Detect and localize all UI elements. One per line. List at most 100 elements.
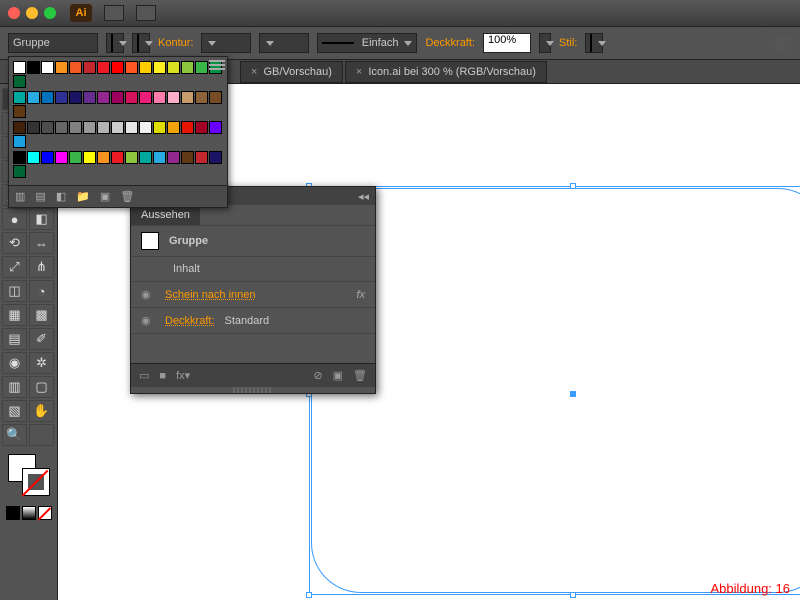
swatch[interactable] bbox=[69, 91, 82, 104]
stroke-box[interactable] bbox=[22, 468, 50, 496]
selection-dropdown[interactable]: Gruppe bbox=[8, 33, 98, 53]
swatch[interactable] bbox=[13, 61, 26, 74]
swatch[interactable] bbox=[69, 151, 82, 164]
swatch[interactable] bbox=[111, 121, 124, 134]
swatch[interactable] bbox=[167, 91, 180, 104]
swatch[interactable] bbox=[195, 121, 208, 134]
swatch[interactable] bbox=[13, 121, 26, 134]
opacity-dd[interactable] bbox=[539, 33, 551, 53]
arrange-icon[interactable] bbox=[136, 5, 156, 21]
swatch[interactable] bbox=[83, 91, 96, 104]
swatch[interactable] bbox=[181, 61, 194, 74]
bridge-icon[interactable] bbox=[104, 5, 124, 21]
swatch[interactable] bbox=[83, 151, 96, 164]
visibility-icon[interactable]: ◉ bbox=[141, 288, 155, 301]
swatch[interactable] bbox=[153, 91, 166, 104]
swatch[interactable] bbox=[27, 121, 40, 134]
new-swatch-icon[interactable]: ▣ bbox=[100, 190, 110, 203]
collapse-icon[interactable]: ◂◂ bbox=[358, 190, 369, 203]
new-group-icon[interactable]: 📁 bbox=[76, 190, 90, 203]
show-menu-icon[interactable]: ▤ bbox=[35, 190, 45, 203]
swatch[interactable] bbox=[13, 165, 26, 178]
swatch[interactable] bbox=[209, 91, 222, 104]
swatch[interactable] bbox=[97, 61, 110, 74]
blob-tool[interactable]: ● bbox=[2, 208, 27, 230]
trash-icon[interactable]: 🗑 bbox=[353, 369, 367, 382]
swatch[interactable] bbox=[181, 91, 194, 104]
mesh-tool[interactable]: ▩ bbox=[29, 304, 54, 326]
perspective-tool[interactable]: ▦ bbox=[2, 304, 27, 326]
swatch[interactable] bbox=[41, 151, 54, 164]
swatch[interactable] bbox=[13, 135, 26, 148]
lib-icon[interactable]: ▥ bbox=[15, 190, 25, 203]
color-mode[interactable] bbox=[6, 506, 20, 520]
selected-shape[interactable] bbox=[311, 188, 800, 593]
swatch[interactable] bbox=[55, 151, 68, 164]
swatch[interactable] bbox=[167, 121, 180, 134]
fill-stroke-control[interactable] bbox=[8, 454, 50, 496]
swatch[interactable] bbox=[181, 121, 194, 134]
stroke-style-dd[interactable]: Einfach bbox=[317, 33, 417, 53]
options-icon[interactable]: ◧ bbox=[56, 190, 66, 203]
eyedropper-tool[interactable]: ✐ bbox=[29, 328, 54, 350]
gradient-tool[interactable]: ▤ bbox=[2, 328, 27, 350]
swatch[interactable] bbox=[209, 151, 222, 164]
close-icon[interactable]: × bbox=[251, 66, 257, 78]
style-swatch[interactable] bbox=[585, 33, 603, 53]
swatch[interactable] bbox=[83, 61, 96, 74]
swatch[interactable] bbox=[55, 121, 68, 134]
swatch[interactable] bbox=[139, 61, 152, 74]
close-icon[interactable]: × bbox=[356, 66, 362, 78]
new-stroke-icon[interactable]: ▭ bbox=[139, 369, 149, 382]
swatch[interactable] bbox=[153, 61, 166, 74]
swatch[interactable] bbox=[69, 61, 82, 74]
gradient-mode[interactable] bbox=[22, 506, 36, 520]
swatch[interactable] bbox=[139, 91, 152, 104]
swatch[interactable] bbox=[97, 121, 110, 134]
swatch[interactable] bbox=[13, 151, 26, 164]
width-tool[interactable]: ⋔ bbox=[29, 256, 54, 278]
blend-tool[interactable]: ◉ bbox=[2, 352, 27, 374]
fx-icon[interactable]: fx bbox=[356, 289, 365, 301]
hand-tool[interactable]: ✋ bbox=[29, 400, 54, 422]
scale-tool[interactable]: ⤢ bbox=[2, 256, 27, 278]
swatch[interactable] bbox=[125, 61, 138, 74]
graph-tool[interactable]: ▥ bbox=[2, 376, 27, 398]
add-effect-icon[interactable]: fx▾ bbox=[176, 369, 190, 382]
swatch[interactable] bbox=[27, 151, 40, 164]
free-transform[interactable]: ◫ bbox=[2, 280, 27, 302]
swatch[interactable] bbox=[195, 91, 208, 104]
stroke-width-dd[interactable] bbox=[259, 33, 309, 53]
swatch[interactable] bbox=[195, 151, 208, 164]
swatch[interactable] bbox=[139, 121, 152, 134]
swatch[interactable] bbox=[41, 121, 54, 134]
swatch[interactable] bbox=[125, 151, 138, 164]
doc-tab[interactable]: ×Icon.ai bei 300 % (RGB/Vorschau) bbox=[345, 61, 547, 83]
opacity-link[interactable]: Deckkraft: bbox=[165, 315, 215, 327]
swatch[interactable] bbox=[181, 151, 194, 164]
gear-icon[interactable] bbox=[774, 34, 792, 52]
swatch[interactable] bbox=[27, 61, 40, 74]
fill-swatch-dd[interactable] bbox=[106, 33, 124, 53]
swatch[interactable] bbox=[167, 61, 180, 74]
stroke-swatch-dd[interactable] bbox=[132, 33, 150, 53]
duplicate-icon[interactable]: ▣ bbox=[333, 369, 343, 382]
swatch[interactable] bbox=[125, 121, 138, 134]
swatch[interactable] bbox=[13, 75, 26, 88]
more-tool[interactable] bbox=[29, 424, 54, 446]
swatch[interactable] bbox=[167, 151, 180, 164]
swatch[interactable] bbox=[41, 61, 54, 74]
swatch[interactable] bbox=[153, 151, 166, 164]
resize-grip[interactable] bbox=[233, 387, 273, 393]
swatch[interactable] bbox=[153, 121, 166, 134]
artboard-tool[interactable]: ▢ bbox=[29, 376, 54, 398]
swatch[interactable] bbox=[55, 91, 68, 104]
swatch[interactable] bbox=[13, 91, 26, 104]
swatch[interactable] bbox=[97, 151, 110, 164]
swatch[interactable] bbox=[111, 151, 124, 164]
swatch[interactable] bbox=[111, 91, 124, 104]
eraser-tool[interactable]: ◧ bbox=[29, 208, 54, 230]
swatch[interactable] bbox=[41, 91, 54, 104]
none-mode[interactable] bbox=[38, 506, 52, 520]
maximize-window[interactable] bbox=[44, 7, 56, 19]
